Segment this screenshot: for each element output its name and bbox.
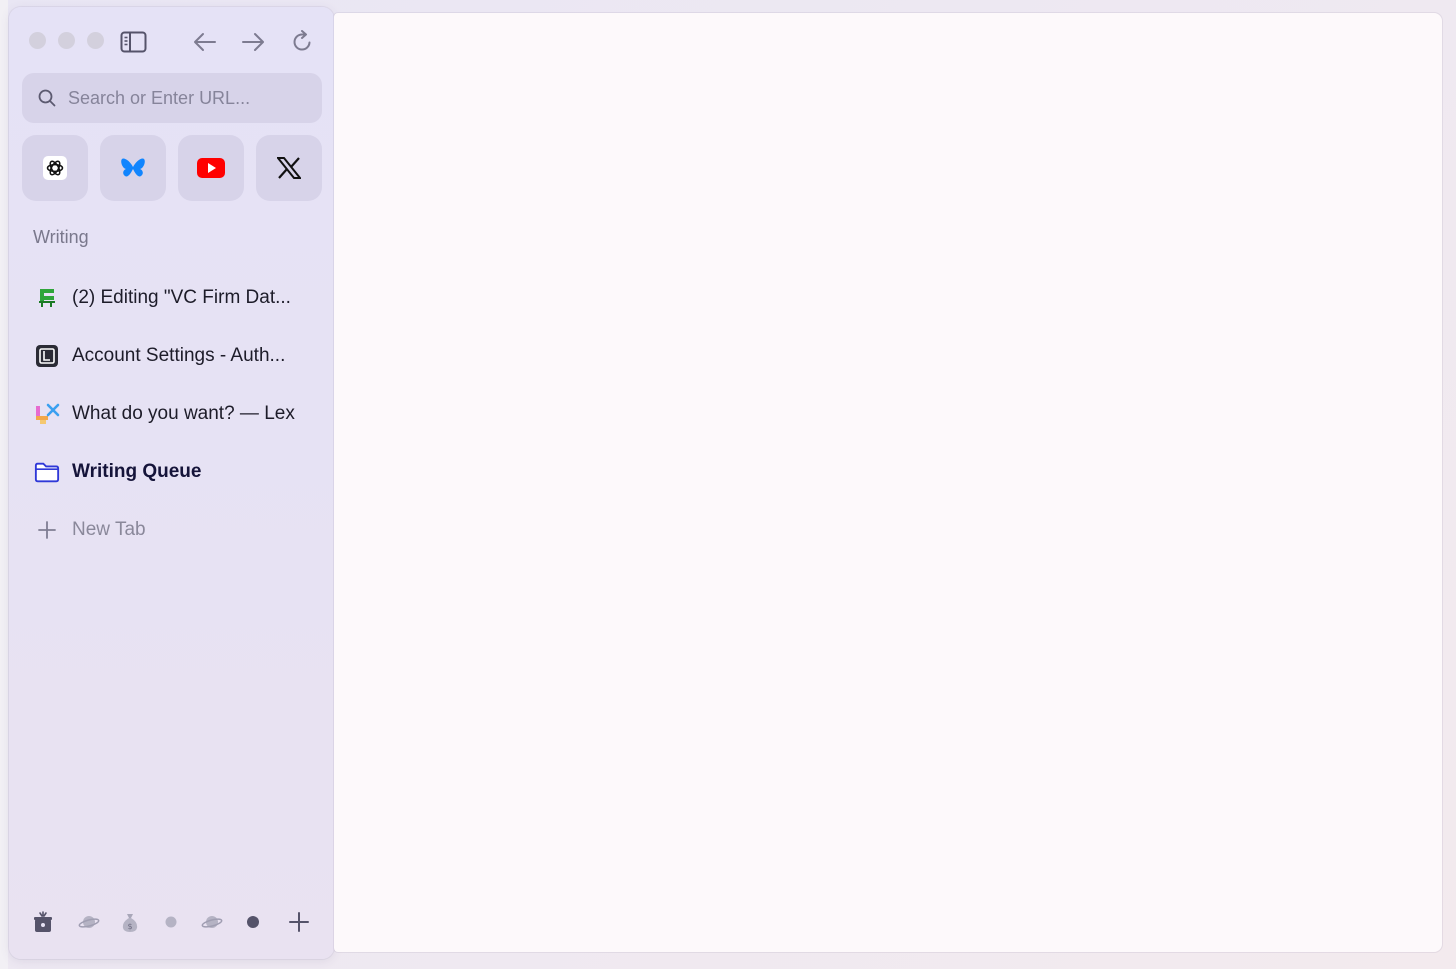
lex-logo-icon (34, 401, 60, 427)
money-bag-icon: $ (122, 914, 138, 932)
add-space-button[interactable] (285, 908, 313, 936)
space-planet-1[interactable] (75, 908, 103, 936)
tab-lex[interactable]: What do you want? — Lex (22, 389, 322, 439)
tab-label: (2) Editing "VC Firm Dat... (72, 287, 291, 308)
x-logo-icon (277, 157, 301, 179)
back-arrow-icon (194, 33, 216, 51)
section-label-writing: Writing (33, 227, 89, 247)
tab-label: Account Settings - Auth... (72, 345, 286, 366)
window-zoom-button[interactable] (87, 32, 104, 49)
sidebar-toolbar (9, 7, 334, 71)
background-window-edge (0, 0, 8, 969)
search-bar[interactable] (22, 73, 322, 123)
bottom-bar: $ (9, 902, 334, 942)
planet-icon (78, 916, 100, 928)
plus-icon (34, 517, 60, 543)
dot-icon (247, 916, 259, 928)
dot-icon (165, 916, 177, 928)
window-minimize-button[interactable] (58, 32, 75, 49)
forward-button[interactable] (239, 29, 267, 55)
favorite-x[interactable] (256, 135, 322, 201)
favorite-bluesky[interactable] (100, 135, 166, 201)
dark-app-icon (34, 343, 60, 369)
sidebar-toggle-button[interactable] (119, 29, 147, 55)
forward-arrow-icon (242, 33, 264, 51)
tab-editing-vc-firm[interactable]: (2) Editing "VC Firm Dat... (22, 273, 322, 323)
favorite-youtube[interactable] (178, 135, 244, 201)
green-site-icon (34, 285, 60, 311)
add-space-icon (289, 912, 309, 932)
reload-icon (293, 30, 311, 51)
planet-icon (201, 916, 223, 928)
search-icon (38, 89, 56, 107)
folder-icon (34, 459, 60, 485)
space-planet-2[interactable] (198, 908, 226, 936)
window-close-button[interactable] (29, 32, 46, 49)
downloads-icon (34, 911, 52, 932)
space-money-bag[interactable]: $ (116, 908, 144, 936)
butterfly-icon (121, 158, 145, 177)
tab-account-settings[interactable]: Account Settings - Auth... (22, 331, 322, 381)
tab-label: Writing Queue (72, 461, 202, 482)
sidebar: Writing (2) Editing "VC Firm Dat... Acco… (9, 7, 334, 959)
back-button[interactable] (191, 29, 219, 55)
tab-label: New Tab (72, 519, 146, 540)
sidebar-toggle-icon (120, 31, 146, 53)
favorite-chatgpt[interactable] (22, 135, 88, 201)
search-input[interactable] (68, 87, 308, 109)
space-dot-active[interactable] (239, 908, 267, 936)
new-tab-button[interactable]: New Tab (22, 505, 322, 555)
space-dot-1[interactable] (157, 908, 185, 936)
tab-label: What do you want? — Lex (72, 403, 295, 424)
openai-logo-icon (43, 156, 67, 180)
folder-writing-queue[interactable]: Writing Queue (22, 447, 322, 497)
web-content-area[interactable] (334, 13, 1442, 952)
reload-button[interactable] (288, 29, 316, 55)
youtube-play-icon (197, 158, 225, 178)
svg-text:$: $ (127, 922, 132, 931)
downloads-button[interactable] (29, 908, 57, 936)
